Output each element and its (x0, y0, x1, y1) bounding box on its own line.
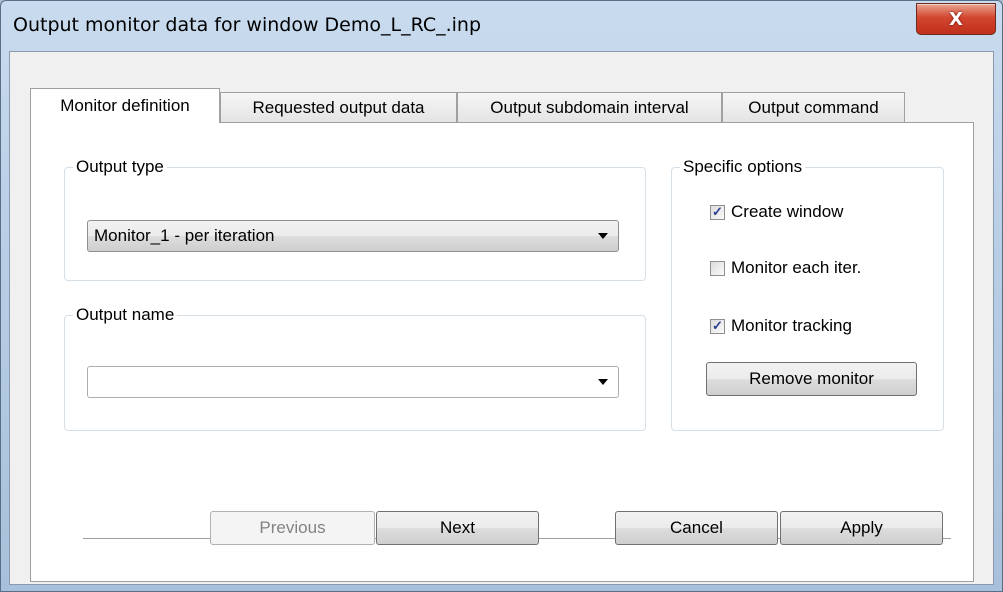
cancel-button[interactable]: Cancel (615, 511, 778, 545)
dialog-client-area: Monitor definition Requested output data… (9, 51, 994, 585)
monitor-tracking-checkbox[interactable]: ✓ (710, 318, 725, 334)
close-button[interactable]: X (916, 3, 996, 35)
output-type-value: Monitor_1 - per iteration (94, 226, 275, 245)
monitor-each-iter-checkbox[interactable] (710, 260, 725, 276)
monitor-each-iter-checkbox-row[interactable]: Monitor each iter. (710, 258, 861, 278)
create-window-label: Create window (731, 202, 844, 221)
output-type-group: Output type Monitor_1 - per iteration (64, 157, 646, 281)
specific-options-label: Specific options (680, 157, 806, 177)
remove-monitor-button[interactable]: Remove monitor (706, 362, 917, 396)
tab-monitor-definition[interactable]: Monitor definition (30, 88, 220, 123)
chevron-down-icon (598, 233, 608, 239)
monitor-each-iter-label: Monitor each iter. (731, 258, 862, 277)
tab-requested-output-data[interactable]: Requested output data (220, 92, 457, 122)
output-name-combo[interactable] (87, 366, 619, 398)
monitor-tracking-checkbox-row[interactable]: ✓ Monitor tracking (710, 316, 852, 336)
specific-options-group: Specific options ✓ Create window Monitor… (671, 157, 944, 431)
tab-output-subdomain-interval[interactable]: Output subdomain interval (457, 92, 722, 122)
title-bar[interactable]: Output monitor data for window Demo_L_RC… (1, 1, 1002, 51)
create-window-checkbox-row[interactable]: ✓ Create window (710, 202, 843, 222)
apply-button[interactable]: Apply (780, 511, 943, 545)
create-window-checkbox[interactable]: ✓ (710, 204, 725, 220)
window-title: Output monitor data for window Demo_L_RC… (13, 14, 482, 36)
output-type-select[interactable]: Monitor_1 - per iteration (87, 220, 619, 252)
output-name-label: Output name (73, 305, 178, 325)
close-icon: X (949, 8, 963, 30)
chevron-down-icon (598, 379, 608, 385)
output-type-label: Output type (73, 157, 167, 177)
previous-button[interactable]: Previous (210, 511, 375, 545)
output-name-group: Output name (64, 305, 646, 431)
dialog-window: Output monitor data for window Demo_L_RC… (0, 0, 1003, 592)
next-button[interactable]: Next (376, 511, 539, 545)
monitor-tracking-label: Monitor tracking (731, 316, 852, 335)
tab-output-command[interactable]: Output command (722, 92, 905, 122)
